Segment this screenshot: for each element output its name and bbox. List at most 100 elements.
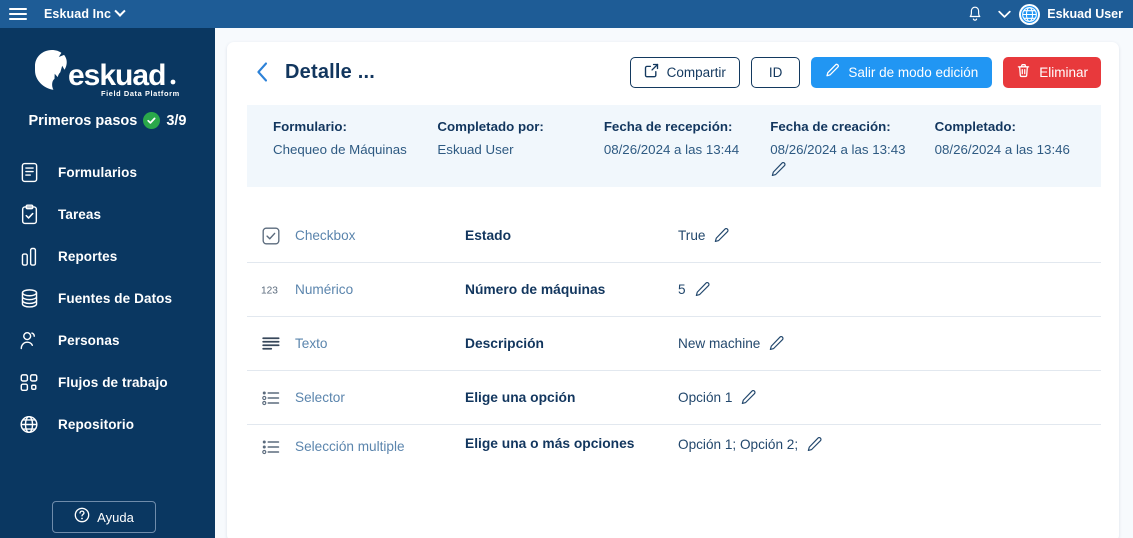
sidebar-item-repositorio[interactable]: Repositorio [0,403,215,445]
meta-item-fecha-de-creacion: Fecha de creación: 08/26/2024 a las 13:4… [770,119,934,187]
sidebar-item-personas[interactable]: Personas [0,319,215,361]
field-type: Texto [295,336,328,351]
chevron-left-icon[interactable] [249,59,275,85]
share-button[interactable]: Compartir [629,56,740,88]
table-row[interactable]: Texto Descripción New machine [247,317,1101,371]
sidebar-item-formularios[interactable]: Formularios [0,151,215,193]
sidebar-item-label: Tareas [58,206,102,222]
meta-label: Formulario: [273,119,347,134]
submission-metadata: Formulario: Chequeo de Máquinas Completa… [247,105,1101,187]
sidebar-item-label: Reportes [58,248,118,264]
app-root: Eskuad Inc Eskuad User eskuad Field Data… [0,0,1133,538]
multi-select-icon [261,436,295,456]
field-value-cell: New machine [678,335,785,352]
detail-header: Detalle ... Compartir ID Salir de modo e… [227,42,1119,102]
text-lines-icon [261,335,295,353]
edit-field-pencil-icon[interactable] [768,335,785,352]
delete-button[interactable]: Eliminar [1003,56,1101,88]
field-value-cell: Opción 1 [678,389,757,406]
svg-text:Field Data Platform: Field Data Platform [101,89,180,98]
meta-item-completado: Completado: 08/26/2024 a las 13:46 [935,119,1101,187]
sidebar-item-reportes[interactable]: Reportes [0,235,215,277]
edit-field-pencil-icon[interactable] [806,436,823,453]
avatar[interactable] [1019,3,1041,25]
org-name-label: Eskuad Inc [44,7,111,21]
exit-edit-mode-button[interactable]: Salir de modo edición [811,56,993,88]
meta-value: 08/26/2024 a las 13:44 [603,142,740,157]
onboarding-label: Primeros pasos [28,112,138,129]
check-circle-icon [143,112,161,129]
top-bar-right: Eskuad User [961,3,1133,25]
onboarding-progress[interactable]: Primeros pasos 3/9 [0,112,215,129]
sidebar: eskuad Field Data Platform Primeros paso… [0,28,215,538]
field-value-cell: True [678,227,730,244]
table-row[interactable]: 123 Numérico Número de máquinas 5 [247,263,1101,317]
hamburger-menu-icon[interactable] [9,7,27,21]
help-button[interactable]: Ayuda [52,501,156,533]
clipboard-check-icon [18,203,40,225]
field-name: Elige una opción [465,390,576,405]
sidebar-item-label: Personas [58,332,120,348]
sidebar-nav: Formularios Tareas Reportes Fuentes de D… [0,151,215,445]
edit-field-pencil-icon[interactable] [694,281,711,298]
help-button-label: Ayuda [97,509,134,525]
table-row[interactable]: Checkbox Estado True [247,209,1101,263]
field-value: 5 [678,282,686,297]
svg-text:eskuad: eskuad [68,59,165,92]
org-switcher[interactable]: Eskuad Inc [44,5,126,21]
bar-chart-icon [18,245,40,267]
sidebar-item-flujos-de-trabajo[interactable]: Flujos de trabajo [0,361,215,403]
document-icon [18,161,40,183]
meta-item-formulario: Formulario: Chequeo de Máquinas [273,119,437,187]
detail-actions: Compartir ID Salir de modo edición Elimi… [629,56,1101,88]
checkbox-icon [261,226,295,246]
sidebar-item-label: Formularios [58,164,138,180]
pencil-icon [825,63,840,81]
field-type: Selector [295,390,345,405]
field-value: True [678,228,706,243]
edit-creation-date-pencil-icon[interactable] [770,161,934,183]
meta-label: Fecha de recepción: [603,119,733,134]
question-circle-icon [74,507,90,528]
globe-icon [18,413,40,435]
edit-field-pencil-icon[interactable] [713,227,730,244]
edit-field-pencil-icon[interactable] [740,389,757,406]
workflow-icon [18,371,40,393]
meta-value: Chequeo de Máquinas [273,142,407,157]
share-button-label: Compartir [666,64,726,80]
person-icon [18,329,40,351]
onboarding-progress-value: 3/9 [166,112,187,129]
id-button-label: ID [768,64,783,80]
field-name: Descripción [465,336,544,351]
meta-value: 08/26/2024 a las 13:46 [934,142,1070,157]
user-menu-chevron-icon[interactable] [989,10,1019,19]
trash-icon [1016,63,1031,81]
detail-card: Detalle ... Compartir ID Salir de modo e… [227,42,1119,538]
share-icon [644,63,659,81]
id-button[interactable]: ID [750,56,801,88]
single-select-icon [261,389,295,407]
field-value-cell: Opción 1; Opción 2; [678,436,823,453]
meta-value: 08/26/2024 a las 13:43 [770,142,906,157]
notification-bell-icon[interactable] [961,6,989,23]
sidebar-item-fuentes-de-datos[interactable]: Fuentes de Datos [0,277,215,319]
field-type: Checkbox [295,228,356,243]
field-name: Número de máquinas [465,282,606,297]
table-row[interactable]: Selección multiple Elige una o más opcio… [247,425,1101,487]
meta-label: Completado por: [437,119,544,134]
meta-value: Eskuad User [437,142,514,157]
field-name: Elige una o más opciones [465,436,635,451]
table-row[interactable]: Selector Elige una opción Opción 1 [247,371,1101,425]
database-icon [18,287,40,309]
field-value-cell: 5 [678,281,711,298]
user-name-label: Eskuad User [1047,7,1123,21]
chevron-down-icon [114,5,126,17]
meta-item-completado-por: Completado por: Eskuad User [437,119,603,187]
field-name: Estado [465,228,511,243]
sidebar-item-label: Repositorio [58,416,135,432]
field-value: New machine [678,336,761,351]
main-content: Detalle ... Compartir ID Salir de modo e… [215,28,1133,538]
sidebar-item-label: Flujos de trabajo [58,374,168,390]
sidebar-item-tareas[interactable]: Tareas [0,193,215,235]
numeric-123-icon: 123 [261,282,295,298]
